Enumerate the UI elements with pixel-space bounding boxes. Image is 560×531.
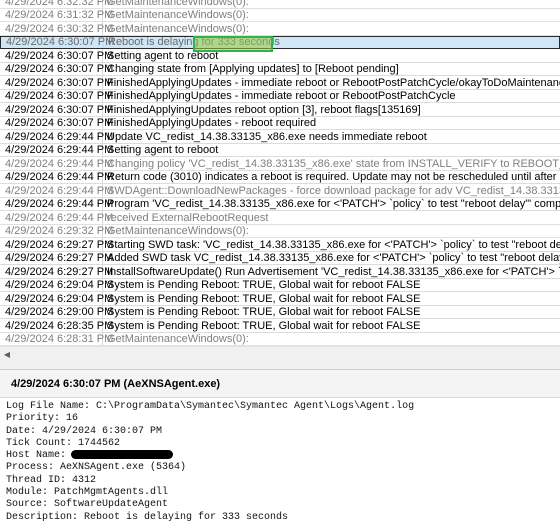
log-row-message: GetMaintenanceWindows(0): [107, 225, 249, 238]
log-row-message: InstallSoftwareUpdate() Run Advertisemen… [107, 265, 560, 278]
log-row-time: 4/29/2024 6:30:07 PM [0, 62, 113, 76]
log-row[interactable]: 4/29/2024 6:29:44 PM Program 'VC_redist_1… [0, 197, 560, 211]
log-row-time: 4/29/2024 6:30:32 PM [0, 22, 113, 36]
detail-thread-id: Thread ID: 4312 [6, 474, 97, 486]
log-row[interactable]: 4/29/2024 6:28:31 PM GetMaintenanceWindow… [0, 332, 560, 346]
log-row-message: GetMaintenanceWindows(0): [107, 22, 249, 35]
horizontal-scrollbar[interactable]: ◀ [0, 346, 560, 360]
log-row-message: System is Pending Reboot: TRUE, Global w… [107, 319, 421, 332]
log-row-message: Setting agent to reboot [107, 144, 219, 157]
log-row-time: 4/29/2024 6:28:35 PM [0, 319, 113, 333]
log-row-message: System is Pending Reboot: TRUE, Global w… [107, 279, 421, 292]
log-row-message: GetMaintenanceWindows(0): [107, 333, 249, 346]
log-row-time: 4/29/2024 6:29:44 PM [0, 130, 113, 144]
log-row-time: 4/29/2024 6:29:00 PM [0, 305, 113, 319]
log-row-time: 4/29/2024 6:29:27 PM [0, 238, 113, 252]
log-row-message: System is Pending Reboot: TRUE, Global w… [107, 306, 421, 319]
log-row-message: FinishedApplyingUpdates - reboot require… [107, 117, 317, 130]
log-row[interactable]: 4/29/2024 6:30:07 PM FinishedApplyingUpda… [0, 103, 560, 117]
scroll-left-arrow-icon[interactable]: ◀ [1, 349, 13, 359]
log-row[interactable]: 4/29/2024 6:29:44 PM received ExternalReb… [0, 211, 560, 225]
log-row-time: 4/29/2024 6:29:44 PM [0, 211, 113, 225]
log-row[interactable]: 4/29/2024 6:30:07 PM FinishedApplyingUpda… [0, 89, 560, 103]
log-row-time: 4/29/2024 6:30:07 PM [0, 89, 113, 103]
log-row-time: 4/29/2024 6:28:31 PM [0, 332, 113, 346]
log-row[interactable]: 4/29/2024 6:29:44 PM SWDAgent::DownloadNe… [0, 184, 560, 198]
log-row[interactable]: 4/29/2024 6:29:04 PM System is Pending Re… [0, 278, 560, 292]
log-row[interactable]: 4/29/2024 6:29:44 PM Return code (3010) i… [0, 170, 560, 184]
log-row-message: SWDAgent::DownloadNewPackages - force do… [107, 184, 560, 197]
host-name-label: Host Name: [6, 450, 67, 462]
log-row-time: 4/29/2024 6:29:27 PM [0, 265, 113, 279]
detail-tick-count: Tick Count: 1744562 [6, 437, 121, 449]
log-row[interactable]: 4/29/2024 6:29:27 PM Starting SWD task: '… [0, 238, 560, 252]
log-row-time: 4/29/2024 6:29:44 PM [0, 143, 113, 157]
log-row-time: 4/29/2024 6:31:32 PM [0, 8, 113, 22]
log-row[interactable]: 4/29/2024 6:30:07 PM Setting agent to reb… [0, 49, 560, 63]
log-row[interactable]: 4/29/2024 6:32:32 PM GetMaintenanceWindow… [0, 0, 560, 9]
log-row-time: 4/29/2024 6:30:07 PM [0, 49, 113, 63]
log-row-message: Starting SWD task: 'VC_redist_14.38.3313… [107, 238, 560, 251]
log-row-message: FinishedApplyingUpdates - immediate rebo… [107, 76, 560, 89]
detail-module: Module: PatchMgmtAgents.dll [6, 487, 169, 499]
log-row[interactable]: 4/29/2024 6:30:07 PM FinishedApplyingUpda… [0, 116, 560, 130]
log-row-message: System is Pending Reboot: TRUE, Global w… [107, 292, 421, 305]
log-row[interactable]: 4/29/2024 6:29:44 PM Setting agent to reb… [0, 143, 560, 157]
detail-priority: Priority: 16 [6, 413, 79, 425]
log-row-message: FinishedApplyingUpdates - immediate rebo… [107, 90, 456, 103]
detail-date: Date: 4/29/2024 6:30:07 PM [6, 425, 163, 437]
log-row-message: Setting agent to reboot [107, 49, 219, 62]
log-row-message: FinishedApplyingUpdates reboot option [3… [107, 103, 421, 116]
detail-description: Description: Reboot is delaying for 333 … [6, 511, 289, 523]
log-row[interactable]: 4/29/2024 6:29:32 PM GetMaintenanceWindow… [0, 224, 560, 238]
log-row[interactable]: 4/29/2024 6:29:44 PM Update VC_redist_14.… [0, 130, 560, 144]
detail-process: Process: AeXNSAgent.exe (5364) [6, 462, 187, 474]
log-row-time: 4/29/2024 6:29:44 PM [0, 184, 113, 198]
log-row[interactable]: 4/29/2024 6:28:35 PM System is Pending Re… [0, 319, 560, 333]
log-row[interactable]: 4/29/2024 6:29:27 PM InstallSoftwareUpdat… [0, 265, 560, 279]
log-grid[interactable]: 4/29/2024 6:32:32 PM GetMaintenanceWindow… [0, 0, 560, 346]
log-row[interactable]: 4/29/2024 6:30:07 PM Changing state from … [0, 62, 560, 76]
log-row[interactable]: 4/29/2024 6:29:27 PM Added SWD task VC_re… [0, 251, 560, 265]
log-row-time: 4/29/2024 6:30:07 PM [0, 76, 113, 90]
detail-source: Source: SoftwareUpdateAgent [6, 499, 169, 511]
log-row-time: 4/29/2024 6:30:07 PM [1, 36, 114, 48]
log-row[interactable]: 4/29/2024 6:31:32 PM GetMaintenanceWindow… [0, 8, 560, 22]
log-row[interactable]: 4/29/2024 6:30:07 PM FinishedApplyingUpda… [0, 76, 560, 90]
log-row-time: 4/29/2024 6:29:27 PM [0, 251, 113, 265]
log-row-message: Return code (3010) indicates a reboot is… [107, 171, 560, 184]
log-row-time: 4/29/2024 6:29:44 PM [0, 197, 113, 211]
pane-splitter[interactable] [0, 360, 560, 370]
log-row-message: Changing state from [Applying updates] t… [107, 63, 399, 76]
detail-host-name: Host Name: [6, 450, 414, 462]
detail-body: Log File Name: C:\ProgramData\Symantec\S… [6, 401, 414, 524]
redacted-host-name [71, 450, 174, 460]
log-row-message: Program 'VC_redist_14.38.33135_x86.exe f… [107, 198, 560, 211]
log-row-time: 4/29/2024 6:29:32 PM [0, 224, 113, 238]
log-row-message: Update VC_redist_14.38.33135_x86.exe nee… [107, 130, 427, 143]
log-row-time: 4/29/2024 6:29:44 PM [0, 170, 113, 184]
log-row-message: GetMaintenanceWindows(0): [107, 9, 249, 22]
log-row-time: 4/29/2024 6:30:07 PM [0, 103, 113, 117]
log-row-time: 4/29/2024 6:29:44 PM [0, 157, 113, 171]
detail-log-file: Log File Name: C:\ProgramData\Symantec\S… [6, 401, 415, 412]
log-row[interactable]: 4/29/2024 6:29:04 PM System is Pending Re… [0, 292, 560, 306]
log-row-message: Added SWD task VC_redist_14.38.33135_x86… [107, 252, 560, 265]
log-row[interactable]: 4/29/2024 6:30:32 PM GetMaintenanceWindow… [0, 22, 560, 36]
detail-header: 4/29/2024 6:30:07 PM (AeXNSAgent.exe) [0, 370, 560, 398]
log-row-time: 4/29/2024 6:29:04 PM [0, 278, 113, 292]
log-row-message: received ExternalRebootRequest [107, 211, 269, 224]
log-row[interactable]: 4/29/2024 6:29:00 PM System is Pending Re… [0, 305, 560, 319]
log-row-time: 4/29/2024 6:30:07 PM [0, 116, 113, 130]
log-row-message: Changing policy 'VC_redist_14.38.33135_x… [107, 157, 560, 170]
log-row-time: 4/29/2024 6:29:04 PM [0, 292, 113, 306]
detail-pane: 4/29/2024 6:30:07 PM (AeXNSAgent.exe) Lo… [0, 370, 560, 531]
log-row[interactable]: 4/29/2024 6:29:44 PM Changing policy 'VC_… [0, 157, 560, 171]
highlight-annotation-box [193, 36, 273, 52]
log-row-message: Reboot is delaying for 333 seconds [108, 36, 280, 49]
log-row[interactable]: 4/29/2024 6:30:07 PMReboot is delaying f… [0, 35, 560, 49]
